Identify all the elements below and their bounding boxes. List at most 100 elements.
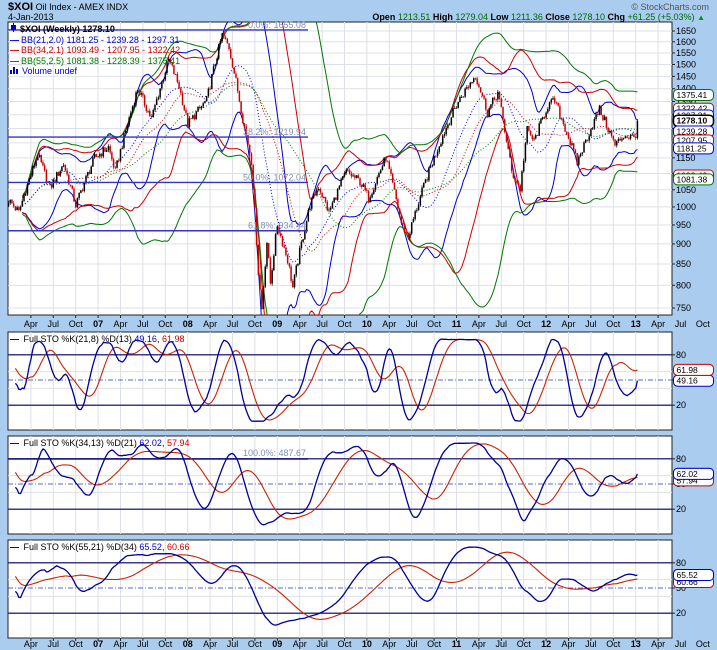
svg-text:1600: 1600 [676, 37, 696, 47]
legend-bb21-row[interactable]: — BB(21,2.0) 1181.25 - 1239.28 - 1297.31 [10, 35, 180, 46]
panel1-line-marker: — [10, 334, 19, 344]
panel1-d-value: 61.98 [162, 334, 185, 344]
svg-text:950: 950 [676, 220, 691, 230]
svg-text:Oct: Oct [696, 639, 711, 649]
svg-text:65.52: 65.52 [677, 570, 699, 580]
open-value: 1213.51 [398, 12, 431, 22]
svg-text:80: 80 [676, 454, 686, 464]
legend-main-row[interactable]: $XOI (Weekly) 1278.10 [10, 23, 180, 35]
stockcharts-credit: © StockCharts.com [631, 2, 709, 12]
svg-text:10: 10 [362, 319, 372, 329]
svg-text:1181.25: 1181.25 [677, 143, 707, 153]
svg-text:61.8%: 934.44: 61.8%: 934.44 [248, 221, 306, 231]
svg-text:1278.10: 1278.10 [677, 116, 708, 126]
svg-text:80: 80 [676, 350, 686, 360]
panel2-title: Full STO %K(34,13) %D(21) [24, 438, 137, 448]
svg-text:61.98: 61.98 [677, 365, 699, 375]
chart-page: 0.0%: 1655.0838.2%: 1219.9450.0%: 1072.0… [0, 0, 717, 650]
svg-text:20: 20 [676, 504, 686, 514]
svg-text:Apr: Apr [561, 319, 575, 329]
svg-text:Jul: Jul [137, 319, 149, 329]
svg-text:100.0%: 487.67: 100.0%: 487.67 [243, 448, 306, 458]
svg-text:850: 850 [676, 259, 691, 269]
legend-bb34-row[interactable]: — BB(34,2.1) 1093.49 - 1207.95 - 1322.42 [10, 45, 180, 56]
up-arrow-icon: ▲ [697, 13, 705, 22]
svg-text:20: 20 [676, 608, 686, 618]
svg-text:Apr: Apr [293, 319, 307, 329]
svg-text:Jul: Jul [675, 319, 687, 329]
svg-text:Jul: Jul [496, 319, 508, 329]
svg-text:1650: 1650 [676, 26, 696, 36]
volume-icon [10, 66, 19, 77]
legend-volume-label: Volume undef [22, 66, 77, 77]
svg-text:07: 07 [93, 319, 103, 329]
svg-text:1081.38: 1081.38 [677, 174, 708, 184]
svg-text:80: 80 [676, 558, 686, 568]
panel3-line-marker: — [10, 542, 19, 552]
low-value: 1211.36 [511, 12, 543, 22]
svg-text:09: 09 [272, 319, 282, 329]
close-value: 1278.10 [572, 12, 605, 22]
bb34-line-marker: — [10, 45, 19, 56]
svg-text:800: 800 [676, 280, 691, 290]
index-name-label: Oil Index - AMEX INDX [36, 2, 129, 12]
panel2-line-marker: — [10, 438, 19, 448]
bb55-line-marker: — [10, 56, 19, 67]
svg-text:1500: 1500 [676, 59, 696, 69]
chg-value: +61.25 (+5.03%) [628, 12, 695, 22]
svg-text:1050: 1050 [676, 185, 696, 195]
svg-text:Oct: Oct [517, 319, 532, 329]
panel2-d-value: 57.94 [167, 438, 190, 448]
svg-text:Jul: Jul [227, 319, 239, 329]
panel2-header[interactable]: — Full STO %K(34,13) %D(21) 62.02, 57.94 [10, 438, 190, 448]
open-label: Open [372, 12, 395, 22]
svg-text:Oct: Oct [337, 319, 352, 329]
legend-bb55-row[interactable]: — BB(55,2.5) 1081.38 - 1228.39 - 1375.41 [10, 56, 180, 67]
panel3-d-value: 60.66 [167, 542, 190, 552]
chg-label: Chg [607, 12, 625, 22]
low-label: Low [490, 12, 508, 22]
svg-text:Oct: Oct [696, 319, 711, 329]
svg-text:50.0%: 1072.04: 50.0%: 1072.04 [243, 172, 306, 182]
panel1-title: Full STO %K(21,8) %D(13) [24, 334, 132, 344]
legend-bb21-label: BB(21,2.0) 1181.25 - 1239.28 - 1297.31 [21, 35, 179, 46]
close-label: Close [545, 12, 570, 22]
svg-text:Oct: Oct [606, 319, 621, 329]
svg-text:Apr: Apr [651, 319, 665, 329]
legend-main-label: $XOI (Weekly) 1278.10 [20, 24, 115, 35]
svg-text:Apr: Apr [472, 319, 486, 329]
svg-text:08: 08 [183, 319, 193, 329]
svg-text:Apr: Apr [203, 319, 217, 329]
legend-bb34-label: BB(34,2.1) 1093.49 - 1207.95 - 1322.42 [21, 45, 180, 56]
svg-text:Oct: Oct [158, 319, 173, 329]
svg-text:Oct: Oct [427, 319, 442, 329]
chart-canvas: 0.0%: 1655.0838.2%: 1219.9450.0%: 1072.0… [0, 0, 717, 650]
svg-text:750: 750 [676, 303, 691, 313]
panel1-k-value: 49.16 [134, 334, 157, 344]
svg-text:Apr: Apr [24, 319, 38, 329]
svg-text:Apr: Apr [113, 319, 127, 329]
svg-text:0.0%: 1655.08: 0.0%: 1655.08 [248, 20, 306, 30]
svg-text:20: 20 [676, 400, 686, 410]
svg-text:Jul: Jul [585, 319, 597, 329]
legend-bb55-label: BB(55,2.5) 1081.38 - 1228.39 - 1375.41 [21, 56, 180, 67]
panel3-title: Full STO %K(55,21) %D(34) [24, 542, 137, 552]
main-legend: $XOI (Weekly) 1278.10 — BB(21,2.0) 1181.… [10, 23, 180, 77]
svg-text:12: 12 [541, 319, 551, 329]
svg-text:Oct: Oct [69, 319, 84, 329]
panel1-box [8, 332, 672, 430]
svg-text:Apr: Apr [382, 319, 396, 329]
panel2-box [8, 436, 672, 534]
svg-text:62.02: 62.02 [677, 469, 699, 479]
panel1-header[interactable]: — Full STO %K(21,8) %D(13) 49.16, 61.98 [10, 334, 185, 344]
panel3-header[interactable]: — Full STO %K(55,21) %D(34) 65.52, 60.66 [10, 542, 190, 552]
svg-text:Jul: Jul [406, 319, 418, 329]
svg-text:11: 11 [452, 319, 462, 329]
chart-date: 4-Jan-2013 [8, 12, 54, 22]
legend-volume-row[interactable]: Volume undef [10, 66, 180, 77]
svg-text:49.16: 49.16 [677, 376, 699, 386]
svg-text:1450: 1450 [676, 71, 696, 81]
panel3-k-value: 65.52 [139, 542, 162, 552]
candlestick-icon [10, 23, 17, 35]
svg-text:1375.41: 1375.41 [677, 90, 708, 100]
